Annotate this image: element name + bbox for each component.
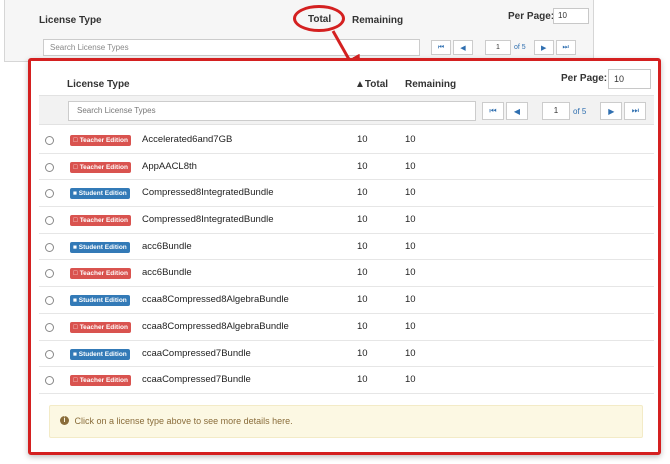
student-edition-badge: ■ Student Edition [70,241,130,253]
bg-per-page-input[interactable]: 10 [553,8,589,24]
table-row[interactable]:  Teacher Edition Compressed8IntegratedB… [39,207,654,234]
license-remaining: 10 [405,160,416,172]
last-page-button[interactable]: ⏭ [624,102,647,120]
bg-first-page-button[interactable]: ⏮ [431,40,451,55]
apple-icon:  [73,137,80,144]
license-total: 10 [357,374,368,386]
license-total: 10 [357,347,368,359]
teacher-edition-badge:  Teacher Edition [70,375,131,387]
table-row[interactable]: ■ Student Edition ccaa8Compressed8Algebr… [39,287,654,314]
license-table:  Teacher Edition Accelerated6and7GB 10 … [39,127,654,394]
header-total-sorted[interactable]: ▲Total [355,79,388,90]
bg-prev-page-button[interactable]: ◀ [453,40,473,55]
license-remaining: 10 [405,320,416,332]
next-page-button[interactable]: ▶ [600,102,623,120]
license-remaining: 10 [405,294,416,306]
license-total: 10 [357,160,368,172]
license-total: 10 [357,294,368,306]
license-remaining: 10 [405,267,416,279]
apple-icon:  [73,324,80,331]
license-remaining: 10 [405,187,416,199]
first-page-button[interactable]: ⏮ [482,102,504,120]
teacher-edition-badge:  Teacher Edition [70,215,131,227]
page-count: of 5 [573,106,587,116]
page-number-input[interactable]: 1 [542,102,570,120]
prev-page-button[interactable]: ◀ [506,102,528,120]
highlight-ellipse [293,5,345,32]
license-name: Accelerated6and7GB [142,134,233,145]
info-alert: i Click on a license type above to see m… [49,405,643,438]
header-license-type[interactable]: License Type [67,79,130,90]
table-row[interactable]:  Teacher Edition ccaa8Compressed8Algebr… [39,314,654,341]
license-remaining: 10 [405,374,416,386]
teacher-edition-badge:  Teacher Edition [70,135,131,146]
license-total: 10 [357,187,368,199]
license-name: ccaa8Compressed8AlgebraBundle [142,320,289,332]
student-edition-badge: ■ Student Edition [70,348,130,360]
license-name: AppAACL8th [142,160,197,172]
license-name: acc6Bundle [142,267,192,279]
apple-icon:  [73,217,80,224]
row-radio-button[interactable] [45,349,54,359]
table-row[interactable]:  Teacher Edition Accelerated6and7GB 10 … [39,127,654,154]
bg-search-input[interactable]: Search License Types [43,39,420,56]
row-radio-button[interactable] [45,136,54,145]
teacher-edition-badge:  Teacher Edition [70,161,131,173]
per-page-input[interactable]: 10 [608,69,651,89]
teacher-edition-badge:  Teacher Edition [70,321,131,333]
bg-pager: ⏮ ◀ 1 of 5 ▶ ⏭ [431,40,578,55]
license-remaining: 10 [405,347,416,359]
search-bar: Search License Types ⏮ ◀ 1 of 5 ▶ ⏭ [39,95,654,125]
row-radio-button[interactable] [45,189,54,199]
table-row[interactable]: ■ Student Edition ccaaCompressed7Bundle … [39,341,654,368]
table-row[interactable]:  Teacher Edition acc6Bundle 10 10 [39,260,654,288]
bg-page-input[interactable]: 1 [485,40,511,55]
bg-page-count: of 5 [514,44,526,51]
license-remaining: 10 [405,214,416,226]
info-message: Click on a license type above to see mor… [74,416,293,426]
license-types-panel: License Type ▲Total Remaining Per Page: … [28,58,661,455]
table-row[interactable]: ■ Student Edition acc6Bundle 10 10 [39,234,654,261]
row-radio-button[interactable] [45,242,54,252]
table-row[interactable]:  Teacher Edition AppAACL8th 10 10 [39,154,654,181]
row-radio-button[interactable] [45,322,54,332]
license-name: Compressed8IntegratedBundle [142,187,274,199]
bg-header-license-type[interactable]: License Type [39,15,102,26]
apple-icon:  [73,377,80,384]
search-license-types-input[interactable]: Search License Types [68,101,476,121]
bg-header-remaining[interactable]: Remaining [352,15,403,26]
row-radio-button[interactable] [45,376,54,386]
teacher-edition-badge:  Teacher Edition [70,268,131,280]
apple-icon:  [73,270,80,277]
header-remaining[interactable]: Remaining [405,79,456,90]
license-total: 10 [357,240,368,252]
license-total: 10 [357,267,368,279]
license-name: ccaaCompressed7Bundle [142,374,251,386]
license-name: ccaa8Compressed8AlgebraBundle [142,294,289,306]
student-edition-badge: ■ Student Edition [70,295,130,307]
per-page-label: Per Page: [561,73,608,84]
apple-icon:  [73,164,80,171]
license-name: Compressed8IntegratedBundle [142,214,274,226]
bg-last-page-button[interactable]: ⏭ [555,40,576,55]
pager: ⏮ ◀ 1 of 5 ▶ ⏭ [482,102,648,120]
student-edition-badge: ■ Student Edition [70,188,130,200]
license-total: 10 [357,134,368,145]
license-total: 10 [357,214,368,226]
row-radio-button[interactable] [45,162,54,172]
bg-per-page-label: Per Page: [508,11,555,22]
row-radio-button[interactable] [45,296,54,306]
row-radio-button[interactable] [45,216,54,226]
license-name: acc6Bundle [142,240,192,252]
row-radio-button[interactable] [45,269,54,279]
license-remaining: 10 [405,240,416,252]
license-name: ccaaCompressed7Bundle [142,347,251,359]
table-row[interactable]:  Teacher Edition ccaaCompressed7Bundle … [39,367,654,394]
license-total: 10 [357,320,368,332]
bg-next-page-button[interactable]: ▶ [533,40,554,55]
license-remaining: 10 [405,134,416,145]
table-row[interactable]: ■ Student Edition Compressed8IntegratedB… [39,180,654,208]
info-icon: i [60,416,69,426]
